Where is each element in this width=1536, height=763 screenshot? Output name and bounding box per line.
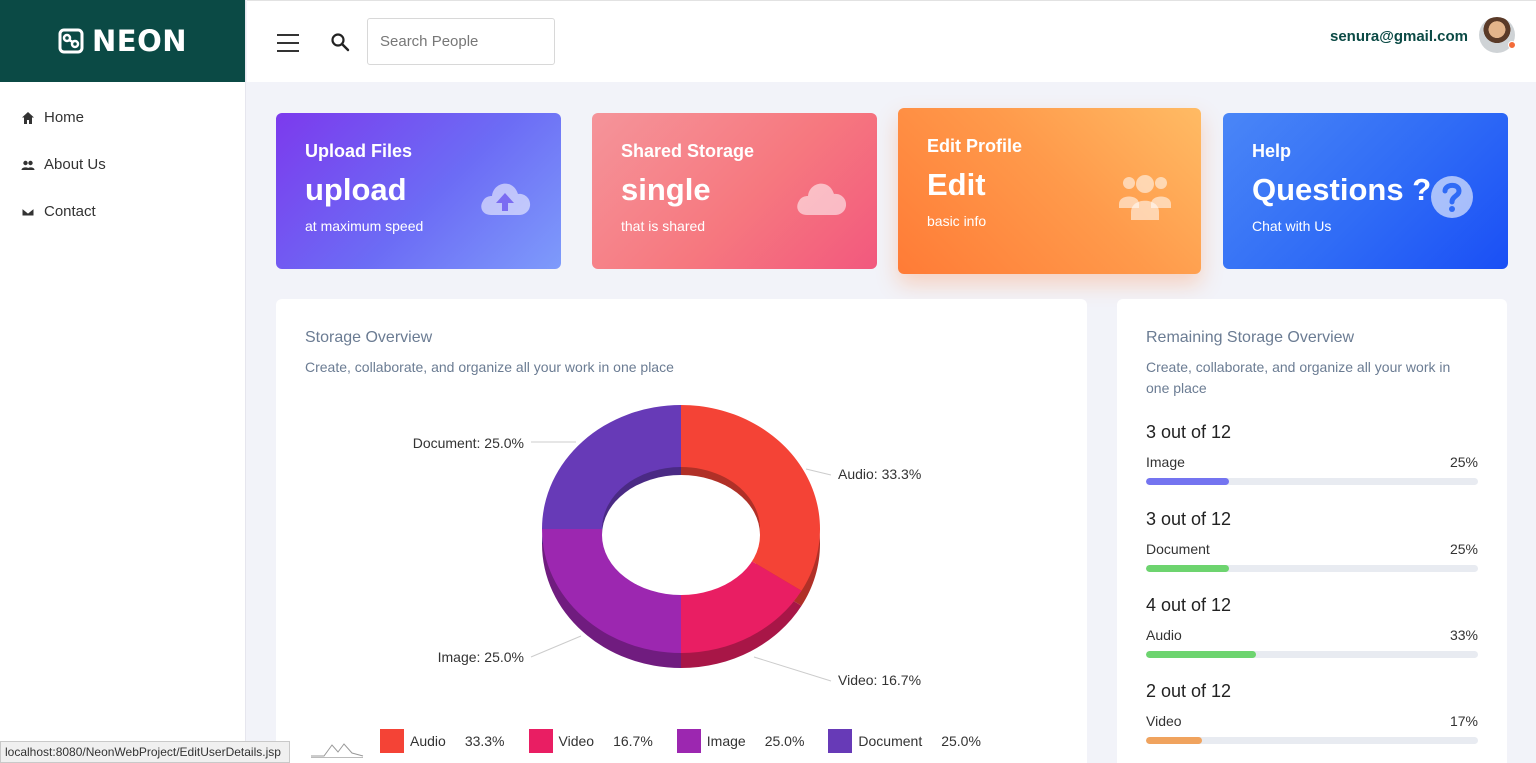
- search-input[interactable]: [367, 18, 555, 65]
- envelope-icon: [21, 207, 35, 216]
- slice-label-leader: [805, 468, 832, 476]
- legend-label: Video: [558, 733, 595, 749]
- progress-track: [1146, 565, 1478, 572]
- chart-type-icon[interactable]: [310, 739, 364, 759]
- slice-label-leader: [753, 656, 832, 682]
- progress-track: [1146, 478, 1478, 485]
- legend-label: Audio: [410, 733, 446, 749]
- progress-fill: [1146, 478, 1229, 485]
- sidebar-item-label: About Us: [44, 156, 106, 173]
- upload-files-card[interactable]: Upload Files upload at maximum speed: [276, 113, 561, 269]
- users-icon: [1119, 175, 1171, 220]
- stat-percent: 25%: [1449, 541, 1478, 557]
- slice-label-image: Image: 25.0%: [438, 649, 524, 665]
- storage-stat-video: 2 out of 12 Video 17%: [1146, 681, 1478, 744]
- legend-percent: 25.0%: [764, 733, 805, 749]
- remaining-storage-panel: Remaining Storage Overview Create, colla…: [1117, 299, 1507, 763]
- stat-percent: 25%: [1449, 454, 1478, 470]
- storage-stat-image: 3 out of 12 Image 25%: [1146, 422, 1478, 485]
- slice-label-video: Video: 16.7%: [838, 672, 921, 688]
- stat-label: Document: [1146, 541, 1210, 557]
- donut-hole: [602, 475, 760, 595]
- slice-label-leader: [530, 635, 582, 658]
- slice-label-document: Document: 25.0%: [413, 435, 524, 451]
- storage-stat-document: 3 out of 12 Document 25%: [1146, 509, 1478, 572]
- sidebar-item-about-us[interactable]: About Us: [0, 141, 245, 188]
- legend-percent: 33.3%: [464, 733, 505, 749]
- legend-item-image[interactable]: Image 25.0%: [676, 729, 805, 753]
- sidebar-nav: Home About Us Contact: [0, 82, 245, 235]
- sidebar-item-label: Home: [44, 109, 85, 126]
- chart-legend: Audio 33.3% Video 16.7% Image 25.0% Document 25…: [380, 728, 1005, 754]
- legend-item-video[interactable]: Video 16.7%: [528, 729, 653, 753]
- storage-donut-chart: Audio: 33.3% Video: 16.7% Image: 25.0% Docu…: [413, 405, 921, 688]
- sidebar-item-contact[interactable]: Contact: [0, 188, 245, 235]
- progress-track: [1146, 737, 1478, 744]
- progress-fill: [1146, 737, 1203, 744]
- stat-count: 4 out of 12: [1146, 595, 1232, 615]
- sidebar-item-home[interactable]: Home: [0, 94, 245, 141]
- stat-count: 3 out of 12: [1146, 422, 1232, 442]
- avatar[interactable]: [1479, 17, 1516, 53]
- status-bar-url: localhost:8080/NeonWebProject/EditUserDe…: [0, 741, 290, 763]
- status-dot: [1508, 41, 1516, 49]
- legend-label: Image: [706, 733, 746, 749]
- search-icon[interactable]: [330, 32, 350, 52]
- cloud-upload-icon: [481, 183, 531, 215]
- stat-count: 2 out of 12: [1146, 681, 1232, 701]
- top-header: senura@gmail.com: [247, 0, 1536, 82]
- legend-percent: 16.7%: [613, 733, 653, 749]
- legend-swatch: [828, 729, 853, 753]
- card-title: Shared Storage: [621, 141, 755, 161]
- legend-swatch: [676, 729, 701, 753]
- stat-count: 3 out of 12: [1146, 509, 1232, 529]
- storage-stat-audio: 4 out of 12 Audio 33%: [1146, 595, 1478, 658]
- slice-label-audio: Audio: 33.3%: [838, 466, 921, 482]
- sidebar: NEON Home About Us Contact: [0, 0, 246, 763]
- card-title: Edit Profile: [927, 136, 1023, 156]
- menu-toggle-icon[interactable]: [277, 34, 299, 52]
- panel-title: Remaining Storage Overview: [1146, 329, 1355, 346]
- brand-name: NEON: [91, 24, 187, 58]
- legend-swatch: [528, 729, 553, 753]
- user-email[interactable]: senura@gmail.com: [1330, 28, 1468, 45]
- legend-item-document[interactable]: Document 25.0%: [828, 729, 981, 753]
- legend-percent: 25.0%: [941, 733, 981, 749]
- cloud-icon: [797, 183, 847, 215]
- legend-label: Document: [858, 733, 923, 749]
- stat-percent: 33%: [1449, 627, 1478, 643]
- sidebar-item-label: Contact: [44, 203, 96, 220]
- progress-track: [1146, 651, 1478, 658]
- people-icon: [21, 160, 35, 170]
- legend-item-audio[interactable]: Audio 33.3%: [380, 729, 505, 753]
- stat-percent: 17%: [1449, 713, 1478, 729]
- help-card[interactable]: Help Questions ? Chat with Us: [1223, 113, 1508, 269]
- card-title: Upload Files: [305, 141, 413, 161]
- edit-profile-card[interactable]: Edit Profile Edit basic info: [898, 108, 1201, 274]
- question-circle-icon: [1431, 176, 1473, 218]
- card-title: Help: [1252, 141, 1292, 161]
- stat-label: Video: [1146, 713, 1182, 729]
- storage-overview-panel: Storage Overview Create, collaborate, an…: [276, 299, 1087, 763]
- neon-logo-icon: [58, 28, 84, 54]
- stat-label: Image: [1146, 454, 1185, 470]
- brand-logo[interactable]: NEON: [0, 0, 245, 82]
- shared-storage-card[interactable]: Shared Storage single that is shared: [592, 113, 877, 269]
- progress-fill: [1146, 565, 1229, 572]
- legend-swatch: [380, 729, 404, 753]
- panel-description: Create, collaborate, and organize all yo…: [1146, 359, 1451, 396]
- home-icon: [22, 111, 34, 124]
- progress-fill: [1146, 651, 1256, 658]
- stat-label: Audio: [1146, 627, 1182, 643]
